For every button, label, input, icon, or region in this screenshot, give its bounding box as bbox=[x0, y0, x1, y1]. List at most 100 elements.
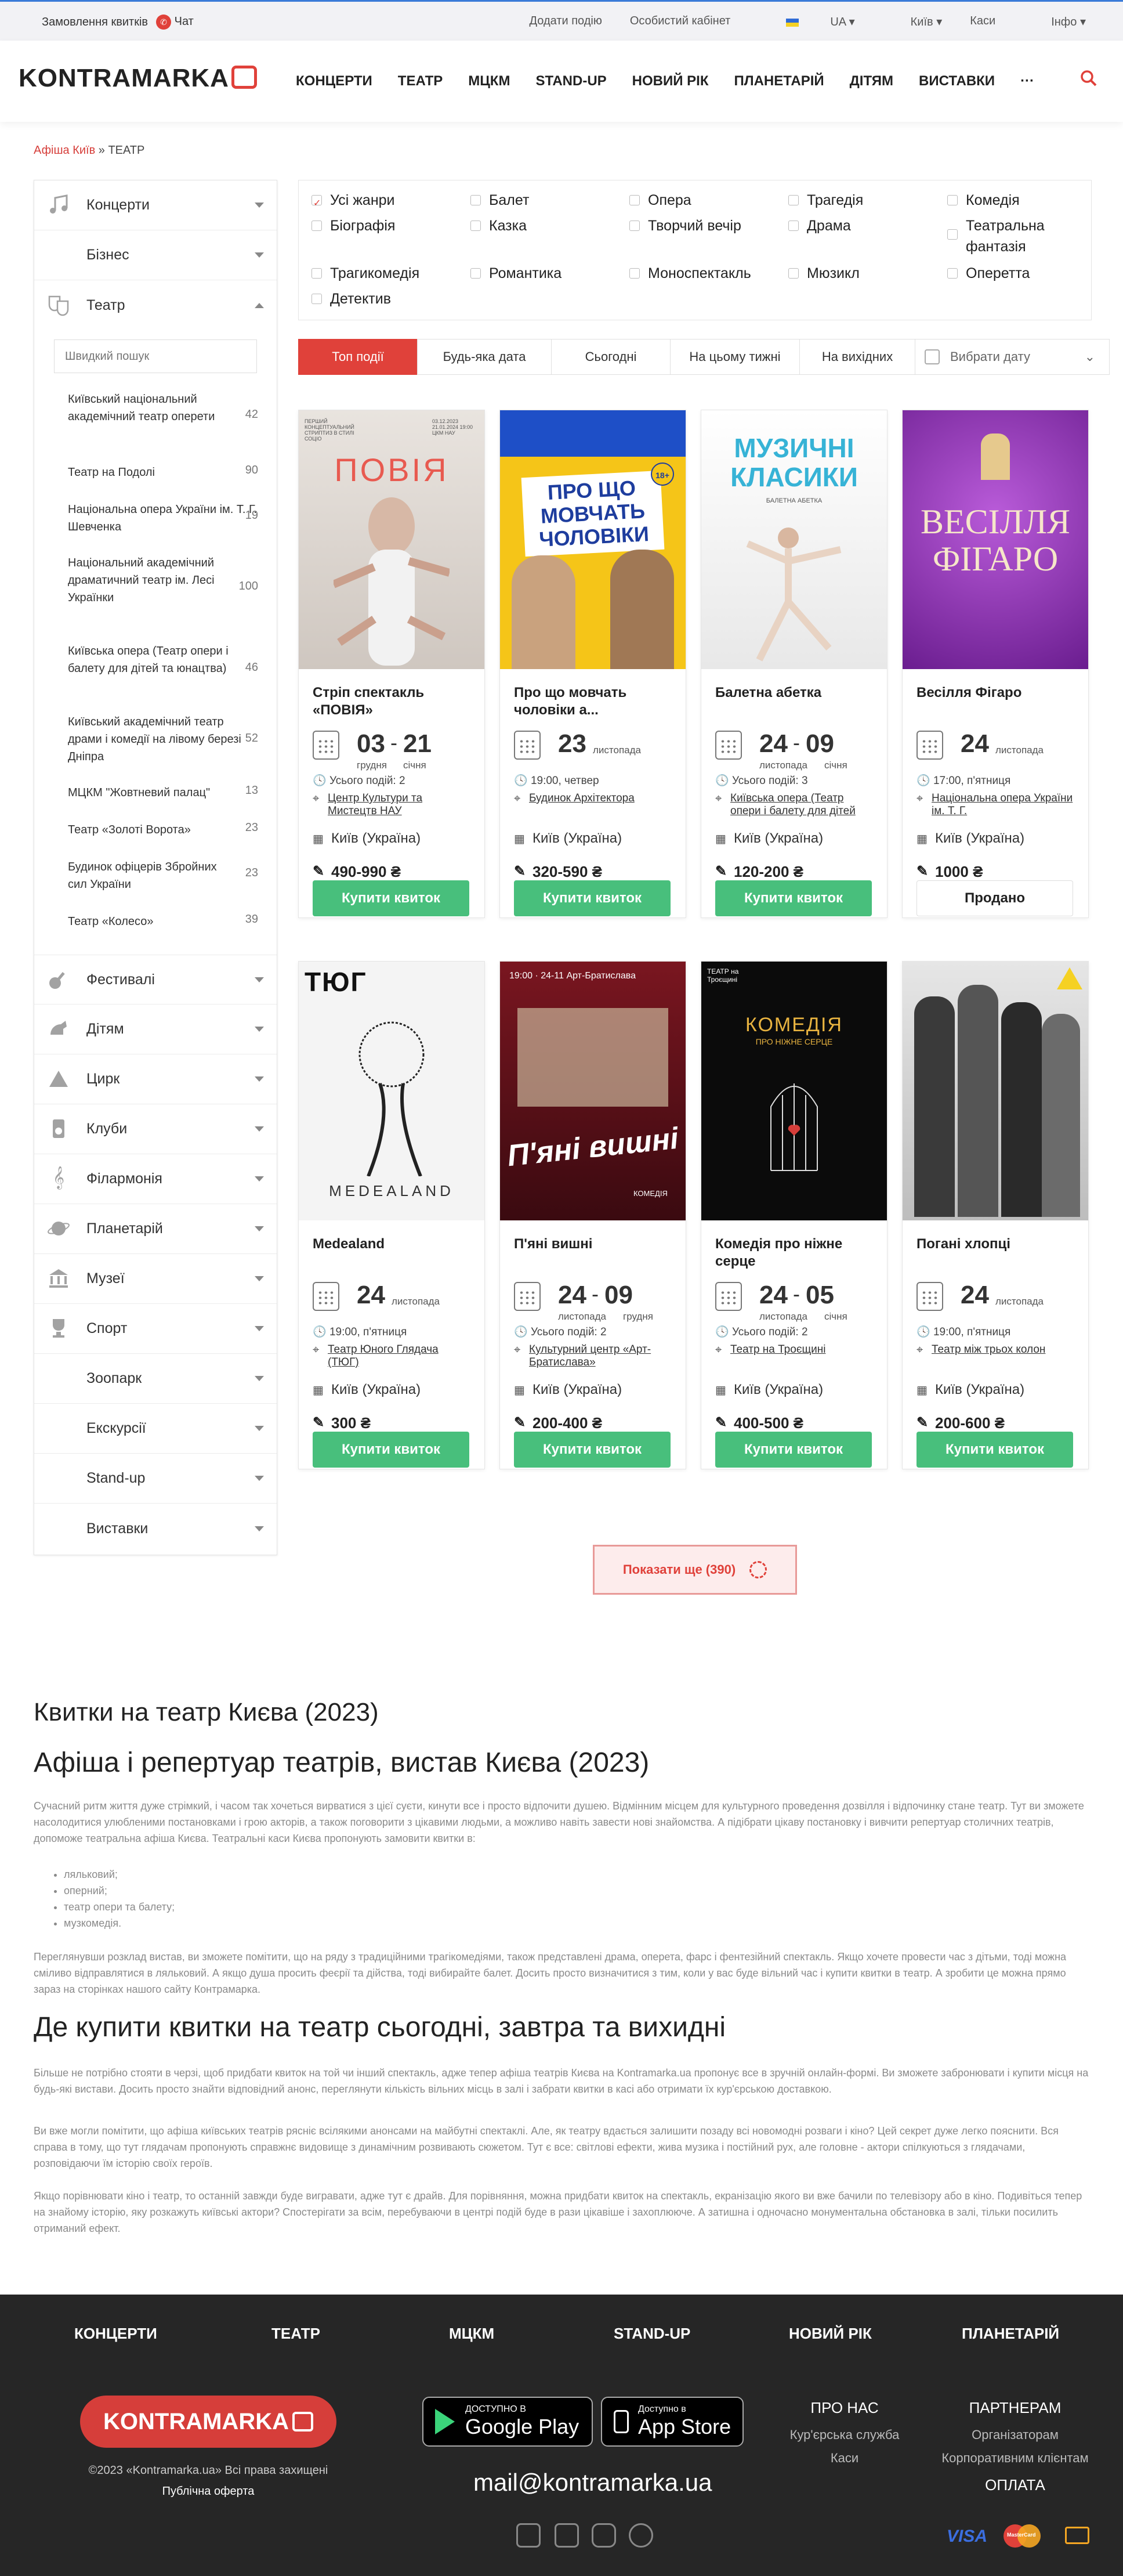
language-select[interactable]: UA ▾ bbox=[758, 15, 855, 29]
sidebar-item-philharmonic[interactable]: 𝄞 Філармонія bbox=[34, 1154, 277, 1204]
genre-checkbox[interactable]: Творчий вечір bbox=[629, 215, 741, 236]
tab-any-date[interactable]: Будь-яка дата bbox=[417, 339, 552, 375]
venue-link[interactable]: МЦКМ "Жовтневий палац" bbox=[68, 784, 265, 801]
genre-checkbox[interactable]: Театральна фантазія bbox=[947, 215, 1081, 257]
show-more-button[interactable]: Показати ще (390) bbox=[593, 1545, 797, 1595]
sidebar-item-zoo[interactable]: Зоопарк bbox=[34, 1354, 277, 1404]
sidebar-item-festivals[interactable]: Фестивалі bbox=[34, 955, 277, 1005]
genre-checkbox[interactable]: Драма bbox=[788, 215, 851, 236]
event-title[interactable]: Комедія про ніжне серце bbox=[715, 1235, 878, 1270]
facebook-icon[interactable] bbox=[555, 2523, 579, 2548]
event-venue[interactable]: ⌖ Будинок Архітектора bbox=[514, 792, 671, 805]
event-venue[interactable]: ⌖ Культурний центр «Арт-Братислава» bbox=[514, 1343, 671, 1369]
footer-nav-concerts[interactable]: КОНЦЕРТИ bbox=[74, 2325, 157, 2343]
nav-item-concerts[interactable]: КОНЦЕРТИ bbox=[296, 73, 372, 89]
event-poster[interactable]: 19:00 · 24-11 Арт-Братислава П'яні вишні… bbox=[500, 962, 686, 1220]
event-card[interactable]: Погані хлопці 24 листопада 🕓 19:00, п'ят… bbox=[902, 961, 1089, 1469]
event-card[interactable]: ПРО ЩО МОВЧАТЬ ЧОЛОВІКИ 18+ Про що мовча… bbox=[499, 410, 686, 918]
venue-link[interactable]: Театр «Колесо» bbox=[68, 913, 265, 930]
event-card[interactable]: 19:00 · 24-11 Арт-Братислава П'яні вишні… bbox=[499, 961, 686, 1469]
more-menu-icon[interactable]: ··· bbox=[1020, 73, 1034, 89]
genre-checkbox[interactable]: Моноспектакль bbox=[629, 263, 751, 284]
cashier-link[interactable]: Каси bbox=[970, 15, 995, 29]
nav-item-exhibitions[interactable]: ВИСТАВКИ bbox=[919, 73, 995, 89]
kontramarka-social-icon[interactable] bbox=[516, 2523, 541, 2548]
corporate-clients-link[interactable]: Корпоративним клієнтам bbox=[934, 2451, 1096, 2466]
instagram-icon[interactable] bbox=[592, 2523, 616, 2548]
event-title[interactable]: П'яні вишні bbox=[514, 1235, 676, 1253]
sidebar-item-sport[interactable]: Спорт bbox=[34, 1304, 277, 1354]
sidebar-item-museums[interactable]: Музеї bbox=[34, 1254, 277, 1304]
footer-about-heading[interactable]: ПРО НАС bbox=[776, 2399, 913, 2417]
event-poster[interactable]: ПРО ЩО МОВЧАТЬ ЧОЛОВІКИ 18+ bbox=[500, 410, 686, 669]
event-title[interactable]: Medealand bbox=[313, 1235, 475, 1253]
buy-ticket-button[interactable]: Купити квиток bbox=[514, 880, 671, 916]
event-poster[interactable]: ТЮГ MEDEALAND bbox=[299, 962, 484, 1220]
nav-item-theatre[interactable]: ТЕАТР bbox=[398, 73, 443, 89]
event-venue[interactable]: ⌖ Театр Юного Глядача (ТЮГ) bbox=[313, 1343, 469, 1369]
date-picker[interactable]: Вибрати дату ⌄ bbox=[915, 339, 1110, 375]
venue-link[interactable]: Театр на Подолі bbox=[68, 464, 265, 481]
footer-nav-planetarium[interactable]: ПЛАНЕТАРІЙ bbox=[962, 2325, 1059, 2343]
info-menu[interactable]: Інфо ▾ bbox=[1023, 15, 1086, 29]
event-poster[interactable]: ТЕАТР на Троєщині КОМЕДІЯ ПРО НІЖНЕ СЕРЦ… bbox=[701, 962, 887, 1220]
venue-link[interactable]: Будинок офіцерів Збройних сил України bbox=[68, 858, 236, 893]
google-play-button[interactable]: ДОСТУПНО В Google Play bbox=[422, 2397, 593, 2447]
telegram-icon[interactable] bbox=[629, 2523, 653, 2548]
buy-ticket-button[interactable]: Купити квиток bbox=[313, 1432, 469, 1468]
order-tickets-link[interactable]: Замовлення квитків bbox=[42, 16, 148, 29]
event-card[interactable]: ВЕСІЛЛЯ ФІГАРО Весілля Фігаро 24 листопа… bbox=[902, 410, 1089, 918]
genre-checkbox[interactable]: Балет bbox=[470, 190, 529, 211]
footer-nav-new-year[interactable]: НОВИЙ РІК bbox=[789, 2325, 872, 2343]
event-poster[interactable]: ПЕРШИЙ КОНЦЕПТУАЛЬНИЙ СТРИПТИЗ В СТИЛІ С… bbox=[299, 410, 484, 669]
chat-link[interactable]: ✆ Чат bbox=[156, 15, 194, 30]
contact-email[interactable]: mail@kontramarka.ua bbox=[473, 2469, 712, 2496]
buy-ticket-button[interactable]: Купити квиток bbox=[715, 1432, 872, 1468]
sidebar-item-theatre[interactable]: Театр bbox=[34, 280, 277, 330]
footer-nav-standup[interactable]: STAND-UP bbox=[614, 2325, 690, 2343]
event-card[interactable]: МУЗИЧНІ КЛАСИКИ БАЛЕТНА АБЕТКА Балетна а… bbox=[701, 410, 887, 918]
city-select[interactable]: Київ ▾ bbox=[883, 15, 943, 29]
event-title[interactable]: Стріп спектакль «ПОВІЯ» bbox=[313, 684, 475, 719]
tab-today[interactable]: Сьогодні bbox=[551, 339, 671, 375]
sidebar-item-exhibitions[interactable]: Виставки bbox=[34, 1504, 277, 1553]
footer-nav-theatre[interactable]: ТЕАТР bbox=[271, 2325, 320, 2343]
event-poster[interactable]: МУЗИЧНІ КЛАСИКИ БАЛЕТНА АБЕТКА bbox=[701, 410, 887, 669]
quick-search-input[interactable] bbox=[54, 339, 257, 373]
event-poster[interactable]: ВЕСІЛЛЯ ФІГАРО bbox=[903, 410, 1088, 669]
sidebar-item-concerts[interactable]: Концерти bbox=[34, 180, 277, 230]
genre-checkbox[interactable]: Опера bbox=[629, 190, 691, 211]
breadcrumb-home[interactable]: Афіша Київ bbox=[34, 144, 95, 157]
genre-checkbox[interactable]: Усі жанри bbox=[311, 190, 395, 214]
footer-logo[interactable]: KONTRAMARKA bbox=[80, 2396, 336, 2448]
footer-nav-mckm[interactable]: МЦКМ bbox=[449, 2325, 494, 2343]
footer-partners-heading[interactable]: ПАРТНЕРАМ bbox=[934, 2399, 1096, 2417]
genre-checkbox[interactable]: Біографія bbox=[311, 215, 395, 236]
event-venue[interactable]: ⌖ Національна опера України ім. Т. Г. bbox=[916, 792, 1073, 818]
event-title[interactable]: Весілля Фігаро bbox=[916, 684, 1079, 702]
nav-item-planetarium[interactable]: ПЛАНЕТАРІЙ bbox=[734, 73, 824, 89]
venue-link[interactable]: Київська опера (Театр опери і балету для… bbox=[68, 642, 242, 677]
event-card[interactable]: ТЮГ MEDEALAND Medealand 24 листопада 🕓 1… bbox=[298, 961, 485, 1469]
search-icon[interactable] bbox=[1080, 70, 1097, 87]
event-venue[interactable]: ⌖ Театр між трьох колон bbox=[916, 1343, 1073, 1356]
event-card[interactable]: ПЕРШИЙ КОНЦЕПТУАЛЬНИЙ СТРИПТИЗ В СТИЛІ С… bbox=[298, 410, 485, 918]
genre-checkbox[interactable]: Комедія bbox=[947, 190, 1020, 211]
buy-ticket-button[interactable]: Купити квиток bbox=[514, 1432, 671, 1468]
genre-checkbox[interactable]: Детектив bbox=[311, 288, 391, 309]
organizers-link[interactable]: Організаторам bbox=[934, 2427, 1096, 2443]
add-event-link[interactable]: Додати подію bbox=[530, 15, 602, 29]
sidebar-item-standup[interactable]: Stand-up bbox=[34, 1454, 277, 1504]
personal-cabinet-link[interactable]: Особистий кабінет bbox=[630, 15, 730, 29]
genre-checkbox[interactable]: Оперетта bbox=[947, 263, 1030, 284]
nav-item-new-year[interactable]: НОВИЙ РІК bbox=[632, 73, 709, 89]
nav-item-mckm[interactable]: МЦКМ bbox=[468, 73, 510, 89]
genre-checkbox[interactable]: Казка bbox=[470, 215, 527, 236]
nav-item-standup[interactable]: STAND-UP bbox=[535, 73, 606, 89]
courier-service-link[interactable]: Кур'єрська служба bbox=[776, 2427, 913, 2443]
cashier-link[interactable]: Каси bbox=[776, 2451, 913, 2466]
tab-weekend[interactable]: На вихідних bbox=[799, 339, 915, 375]
buy-ticket-button[interactable]: Купити квиток bbox=[715, 880, 872, 916]
tab-top-events[interactable]: Топ події bbox=[298, 339, 418, 375]
genre-checkbox[interactable]: Мюзикл bbox=[788, 263, 860, 284]
